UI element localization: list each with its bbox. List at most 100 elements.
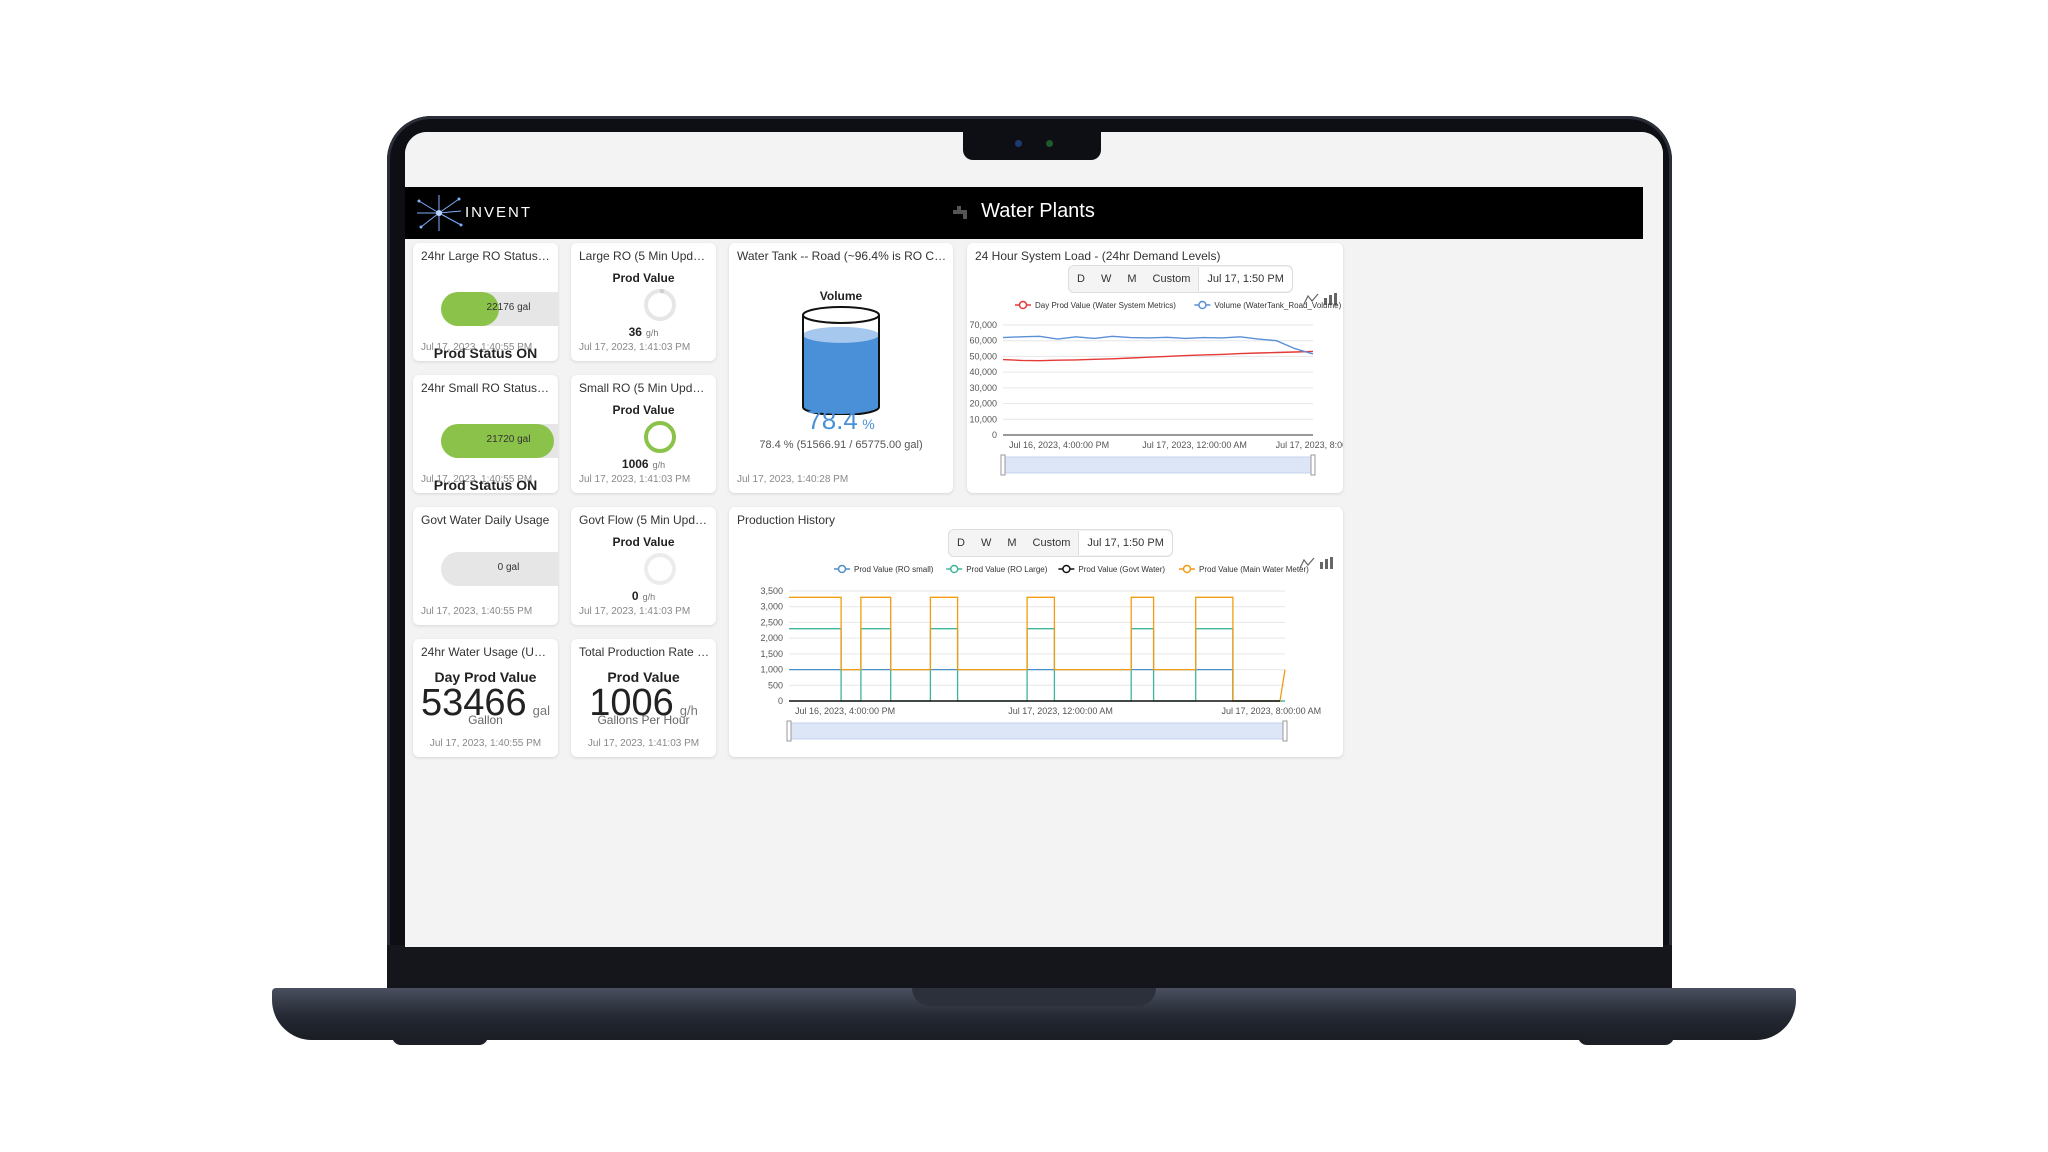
range-selector: D W M Custom Jul 17, 1:50 PM [948,529,1173,557]
timestamp: Jul 17, 2023, 1:40:28 PM [737,474,849,485]
card-title: Large RO (5 Min Update) [579,249,710,263]
legend-label: Prod Value (RO small) [854,565,934,574]
range-navigator [1002,456,1314,474]
gauge-ring [644,421,676,453]
card-water-tank: Water Tank -- Road (~96.4% is RO Cut-OFF… [729,243,953,493]
card-title: Govt Flow (5 Min Update) [579,513,710,527]
range-button-day[interactable]: D [1069,273,1093,285]
card-large-ro-status: 24hr Large RO Status (52,00... 22176 gal… [413,243,558,361]
y-tick-label: 30,000 [969,383,997,393]
faucet-icon [953,205,968,219]
range-button-week[interactable]: W [1093,273,1119,285]
card-title: 24 Hour System Load - (24hr Demand Level… [975,249,1221,263]
navigator-handle-left [786,720,792,742]
progress-pill-text: 0 gal [497,562,520,573]
y-tick-label: 2,000 [760,633,783,643]
legend-marker [1018,300,1028,310]
range-button-week[interactable]: W [973,537,999,549]
timestamp: Jul 17, 2023, 1:41:03 PM [579,342,691,353]
progress-pill-text: 22176 gal [486,302,531,313]
navigator-handle-right [1310,454,1316,476]
camera-notch [963,130,1101,160]
range-navigator [788,722,1286,740]
timestamp: Jul 17, 2023, 1:41:03 PM [579,474,691,485]
x-tick-label: Jul 17, 2023, 8:00:00 AM [1222,706,1322,716]
navigator-handle-right [1282,720,1288,742]
value-caption: Gallons Per Hour [597,713,690,727]
gauge-ring [644,553,676,585]
laptop-foot-right [1578,1036,1674,1045]
range-date-picker[interactable]: Jul 17, 1:50 PM [1078,531,1172,555]
value-number: 1006 [621,457,649,471]
navigator-handle-left [1000,454,1006,476]
y-tick-label: 1,500 [760,649,783,659]
card-title: Small RO (5 Min Update) [579,381,710,395]
x-tick-label: Jul 17, 2023, 12:00:00 AM [1008,706,1113,716]
tank-label: Volume [819,289,863,303]
value-label: Prod Value [612,535,675,549]
series-line [789,628,1285,702]
y-tick-label: 500 [768,680,783,690]
legend-marker [1062,564,1071,574]
progress-pill: 0 gal [441,552,558,586]
card-system-load: 24 Hour System Load - (24hr Demand Level… [967,243,1343,493]
legend-label: Volume (WaterTank_Road_Volume) [1214,301,1341,310]
gauge-value: 1006 g/h [571,457,716,471]
legend-label: Prod Value (Govt Water) [1078,565,1165,574]
page-title-wrap: Water Plants [405,200,1643,223]
y-tick-label: 0 [992,430,997,440]
legend-marker [837,564,847,574]
y-tick-label: 20,000 [969,399,997,409]
range-button-custom[interactable]: Custom [1145,273,1199,285]
legend-label: Prod Value (Main Water Meter) [1199,565,1309,574]
legend-marker [949,564,959,574]
range-button-month[interactable]: M [1119,273,1144,285]
card-title: 24hr Large RO Status (52,00... [421,249,552,263]
camera-indicator-icon [1046,140,1053,147]
legend-label: Day Prod Value (Water System Metrics) [1035,301,1176,310]
x-tick-label: Jul 16, 2023, 4:00:00 PM [795,706,895,716]
y-tick-label: 3,000 [760,602,783,612]
value-unit: g/h [645,328,659,338]
y-tick-label: 0 [778,696,783,706]
series-line [1002,335,1314,355]
x-tick-label: Jul 17, 2023, 8:00:00 AM [1276,440,1343,450]
timestamp: Jul 17, 2023, 1:40:55 PM [421,474,533,485]
progress-pill: 21720 gal [441,424,558,458]
card-title: Govt Water Daily Usage [421,513,550,527]
progress-pill: 22176 gal [441,292,558,326]
y-tick-label: 1,000 [760,665,783,675]
legend-marker [1182,564,1192,574]
range-selector: D W M Custom Jul 17, 1:50 PM [1068,265,1293,293]
laptop-foot-left [392,1036,488,1045]
range-button-month[interactable]: M [999,537,1024,549]
y-tick-label: 50,000 [969,351,997,361]
card-small-ro: Small RO (5 Min Update) Prod Value 1006 g… [571,375,716,493]
card-title: Production History [737,513,836,527]
tank-detail: 78.4 % (51566.91 / 65775.00 gal) [759,439,923,451]
timestamp: Jul 17, 2023, 1:41:03 PM [587,738,700,749]
range-button-custom[interactable]: Custom [1025,537,1079,549]
y-tick-label: 3,500 [760,586,783,596]
app-header: INVENT Water Plants [405,187,1643,239]
page-title: Water Plants [981,200,1095,222]
card-title: Total Production Rate (5 Min ... [579,645,710,659]
progress-pill-text: 21720 gal [486,434,531,445]
laptop-screen: INVENT Water Plants 24hr Large RO Status… [405,132,1663,947]
value-caption: Gallon [468,713,503,727]
value-label: Prod Value [612,271,675,285]
value-number: 36 [628,325,642,339]
y-tick-label: 40,000 [969,367,997,377]
x-tick-label: Jul 16, 2023, 4:00:00 PM [1009,440,1109,450]
gauge-ring [644,289,676,321]
camera-icon [1015,140,1022,147]
range-button-day[interactable]: D [949,537,973,549]
tank-percent-value: 78.4 [807,405,858,435]
production-history-chart[interactable]: 3,500 3,000 2,500 2,000 1,500 1,000 500 0 Jul 16… [729,559,1343,757]
system-load-chart[interactable]: 70,000 60,000 50,000 40,000 30,000 20,000 10,0… [967,295,1343,493]
range-date-picker[interactable]: Jul 17, 1:50 PM [1198,267,1292,291]
timestamp: Jul 17, 2023, 1:40:55 PM [421,606,533,617]
card-small-ro-status: 24hr Small RO Status (26,00... 21720 gal… [413,375,558,493]
y-tick-label: 2,500 [760,617,783,627]
card-production-history: Production History D W M Custom Jul 17, … [729,507,1343,757]
